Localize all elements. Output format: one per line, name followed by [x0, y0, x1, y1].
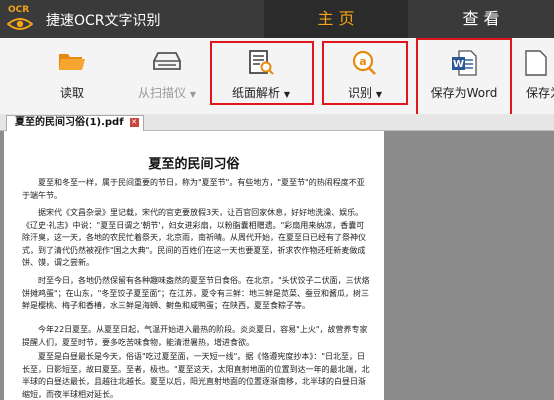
eye-icon: [7, 18, 33, 30]
tab-view[interactable]: 查 看: [408, 0, 554, 38]
highlight-save-as-word: [416, 38, 512, 118]
document-viewer[interactable]: 夏至的民间习俗 夏至和冬至一样，属于民间重要的节日，称为"夏至节"。有些地方，"…: [0, 131, 554, 400]
paragraph: 夏至是白昼最长是今天，俗语"吃过夏至面，一天短一线"。据《恪遵宪度抄本》："日北…: [22, 352, 370, 399]
file-icon: [525, 50, 547, 76]
document-tab-bar: 夏至的民间习俗(1).pdf ✕: [0, 114, 554, 131]
document-page: 夏至的民间习俗 夏至和冬至一样，属于民间重要的节日，称为"夏至节"。有些地方，"…: [4, 131, 384, 400]
scan-text: 从扫描仪: [138, 86, 187, 100]
paragraph: 今年22日夏至。从夏至日起，气温开始进入最热的阶段。炎炎夏日，容易"上火"，故营…: [22, 325, 368, 347]
document-tab[interactable]: 夏至的民间习俗(1).pdf ✕: [6, 115, 144, 131]
app-title: 捷速OCR文字识别: [46, 13, 161, 29]
logo-text: OCR: [8, 5, 30, 15]
save-as-other-label: 保存为: [526, 86, 554, 100]
close-icon[interactable]: ✕: [129, 117, 139, 127]
highlight-recognize: [322, 41, 408, 105]
document-title: 夏至的民间习俗: [148, 157, 240, 172]
ribbon-toolbar: 读取 从扫描仪 ▼ 纸面解析 ▼ a 识别 ▼ W 保存为Word 保存: [0, 38, 554, 118]
scanner-icon: [153, 52, 181, 70]
tab-home[interactable]: 主 页: [264, 0, 408, 38]
paragraph: 时至今日，各地仍然保留有各种趣味盎然的夏至节日食俗。在北京，"头伏饺子二伏面，三…: [22, 276, 370, 310]
app-logo: OCR: [6, 5, 36, 33]
title-bar: OCR 捷速OCR文字识别 主 页 查 看: [0, 0, 554, 38]
read-label: 读取: [59, 86, 84, 100]
scan-label: 从扫描仪 ▼: [126, 84, 208, 101]
paragraph: 夏至和冬至一样，属于民间重要的节日，称为"夏至节"。有些地方，"夏至节"的热闹程…: [22, 178, 365, 200]
read-button[interactable]: 读取: [36, 38, 108, 114]
paragraph: 据宋代《文昌杂录》里记载，宋代的官吏要放假3天，让百官回家休息，好好地洗澡、娱乐…: [22, 208, 366, 267]
dropdown-arrow-icon: ▼: [189, 90, 196, 99]
folder-icon: [59, 54, 85, 70]
save-as-other-button[interactable]: 保存为: [522, 38, 554, 114]
scan-button[interactable]: 从扫描仪 ▼: [126, 38, 208, 114]
document-tab-label: 夏至的民间习俗(1).pdf: [15, 117, 124, 128]
highlight-layout-analysis: [210, 41, 314, 105]
